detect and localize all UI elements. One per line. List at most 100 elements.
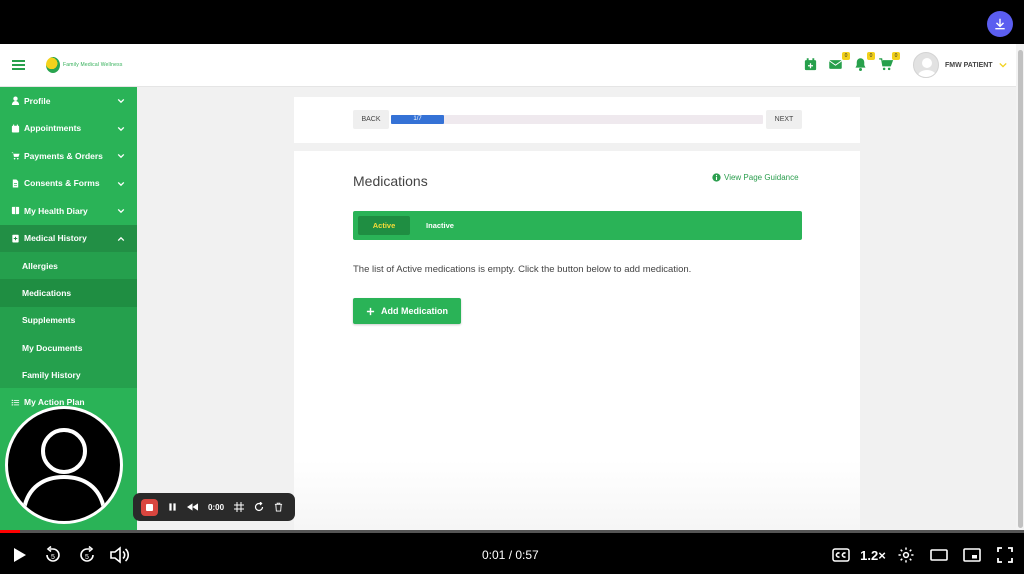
skip-forward-seconds: 5	[85, 554, 89, 561]
theater-mode-button[interactable]	[928, 545, 950, 565]
notifications-button[interactable]: 0	[853, 52, 875, 73]
sidebar-subitem-allergies[interactable]: Allergies	[0, 252, 137, 279]
guidance-label: View Page Guidance	[724, 173, 799, 182]
video-frame: Family Medical Wellness 0 0 0 FMW PATIEN…	[0, 0, 1024, 574]
card-fade	[294, 460, 860, 530]
theater-icon	[930, 549, 948, 561]
skip-forward-icon: 5	[80, 545, 94, 562]
add-medication-label: Add Medication	[381, 306, 448, 316]
video-progress-bar[interactable]	[0, 530, 1024, 533]
skip-back-seconds: 5	[51, 554, 55, 561]
medical-history-submenu: Allergies Medications Supplements My Doc…	[0, 252, 137, 389]
sidebar-item-label: Medical History	[24, 233, 87, 244]
tab-active[interactable]: Active	[358, 216, 410, 235]
play-icon	[14, 548, 26, 562]
document-icon	[12, 179, 19, 188]
gear-icon	[898, 547, 914, 563]
wizard-progress-bar: 1/7	[391, 115, 763, 124]
stop-icon	[146, 503, 153, 511]
recorder-toolbar: 0:00	[133, 493, 295, 521]
user-icon	[918, 58, 936, 77]
video-progress-played	[0, 530, 21, 533]
user-menu[interactable]: FMW PATIENT	[913, 52, 1007, 78]
calendar-add-button[interactable]	[803, 57, 819, 73]
calendar-icon	[11, 124, 20, 133]
add-medication-button[interactable]: Add Medication	[353, 298, 461, 324]
miniplayer-icon	[963, 548, 981, 562]
user-silhouette-icon	[22, 428, 106, 510]
sidebar-item-label: Consents & Forms	[24, 178, 100, 189]
sidebar-item-medical-history[interactable]: Medical History	[0, 224, 137, 252]
tab-inactive[interactable]: Inactive	[419, 216, 461, 235]
settings-button[interactable]	[895, 545, 917, 565]
book-icon	[11, 207, 20, 215]
top-icons: 0 0 0	[803, 52, 900, 73]
view-guidance-link[interactable]: View Page Guidance	[712, 173, 799, 182]
bell-icon	[855, 58, 866, 71]
download-button[interactable]	[987, 11, 1013, 37]
sidebar-item-label: Payments & Orders	[24, 150, 103, 161]
playback-speed-button[interactable]: 1.2×	[858, 545, 888, 565]
chevron-up-icon	[117, 236, 125, 241]
list-icon	[11, 399, 20, 406]
sidebar-subitem-supplements[interactable]: Supplements	[0, 307, 137, 334]
back-button[interactable]: BACK	[353, 110, 389, 129]
empty-state-message: The list of Active medications is empty.…	[353, 264, 692, 275]
sidebar-item-appointments[interactable]: Appointments	[0, 115, 137, 143]
restart-icon[interactable]	[254, 502, 264, 512]
page-title: Medications	[353, 173, 428, 189]
skip-forward-button[interactable]: 5	[76, 545, 98, 565]
wizard-nav-card: BACK 1/7 NEXT	[294, 97, 860, 143]
chevron-down-icon	[117, 98, 125, 104]
volume-icon	[110, 546, 129, 564]
chevron-down-icon	[998, 62, 1007, 68]
scrollbar-thumb[interactable]	[1018, 50, 1023, 528]
sidebar-subitem-medications[interactable]: Medications	[0, 279, 137, 307]
miniplayer-button[interactable]	[961, 545, 983, 565]
bell-badge: 0	[867, 52, 875, 60]
logo[interactable]: Family Medical Wellness	[46, 57, 123, 73]
logo-text: Family Medical Wellness	[63, 62, 123, 68]
chevron-down-icon	[117, 126, 125, 131]
webcam-bubble[interactable]	[5, 406, 123, 524]
captions-button[interactable]	[830, 545, 852, 565]
fullscreen-icon	[997, 547, 1013, 563]
next-button[interactable]: NEXT	[766, 110, 802, 129]
chevron-down-icon	[117, 181, 125, 186]
sidebar-item-consents[interactable]: Consents & Forms	[0, 170, 137, 198]
app-window: Family Medical Wellness 0 0 0 FMW PATIEN…	[0, 44, 1024, 530]
video-time: 0:01 / 0:57	[482, 548, 539, 562]
pause-icon[interactable]	[168, 502, 177, 512]
sidebar-item-profile[interactable]: Profile	[0, 87, 137, 115]
skip-back-icon: 5	[46, 545, 60, 562]
sidebar-item-payments[interactable]: Payments & Orders	[0, 142, 137, 170]
plus-icon	[366, 307, 375, 315]
logo-icon	[46, 57, 60, 73]
skip-back-button[interactable]: 5	[42, 545, 64, 565]
cart-badge: 0	[892, 52, 900, 60]
top-bar: Family Medical Wellness 0 0 0 FMW PATIEN…	[0, 44, 1016, 87]
closed-captions-icon	[832, 548, 850, 562]
cart-button[interactable]: 0	[878, 52, 900, 73]
avatar	[913, 52, 939, 78]
wizard-progress-fill: 1/7	[391, 115, 445, 124]
mail-badge: 0	[842, 52, 850, 60]
volume-button[interactable]	[108, 545, 130, 565]
sidebar-item-health-diary[interactable]: My Health Diary	[0, 197, 137, 225]
page-scrollbar[interactable]	[1016, 44, 1024, 530]
fullscreen-button[interactable]	[994, 545, 1016, 565]
user-name: FMW PATIENT	[945, 61, 993, 69]
mail-icon	[828, 60, 843, 69]
menu-icon[interactable]	[12, 60, 25, 70]
sidebar-item-label: Appointments	[24, 123, 82, 134]
chevron-down-icon	[117, 208, 125, 214]
sidebar-item-label: Profile	[24, 95, 51, 106]
messages-button[interactable]: 0	[828, 52, 850, 73]
grid-icon[interactable]	[234, 502, 245, 512]
sidebar-subitem-documents[interactable]: My Documents	[0, 334, 137, 361]
trash-icon[interactable]	[274, 502, 283, 512]
stop-recording-button[interactable]	[141, 498, 158, 516]
rewind-icon[interactable]	[187, 503, 198, 511]
play-button[interactable]	[10, 545, 30, 565]
sidebar-subitem-family-history[interactable]: Family History	[0, 361, 137, 388]
